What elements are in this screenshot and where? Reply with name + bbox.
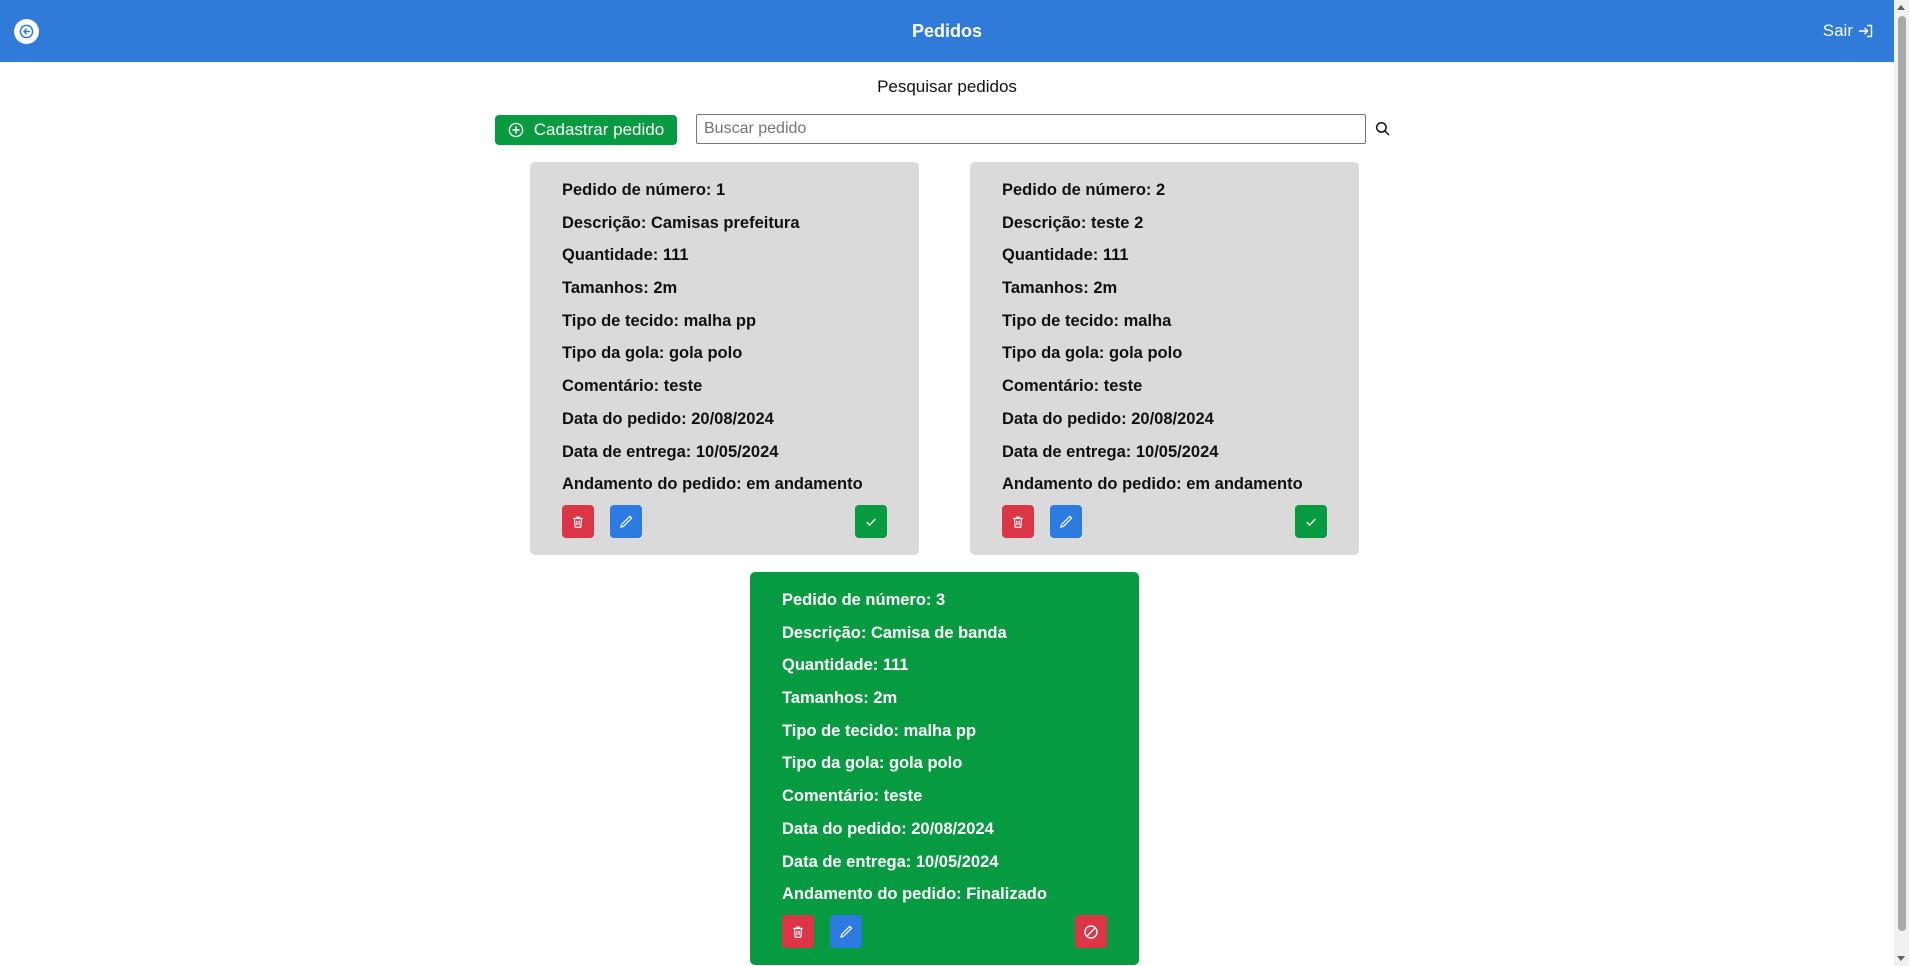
order-description: Descrição: teste 2	[1002, 213, 1144, 232]
slash-circle-icon	[1084, 924, 1098, 939]
order-description: Descrição: Camisa de banda	[782, 623, 1007, 642]
order-number: Pedido de número: 1	[562, 181, 726, 199]
order-collar: Tipo da gola: gola polo	[1002, 344, 1183, 363]
delete-button[interactable]	[562, 505, 594, 538]
order-sizes: Tamanhos: 2m	[782, 689, 898, 708]
finish-order-button[interactable]	[1295, 505, 1327, 538]
pencil-icon	[619, 515, 632, 528]
search-input[interactable]	[696, 114, 1366, 144]
trash-icon	[1013, 516, 1023, 528]
order-fabric: Tipo de tecido: malha pp	[562, 311, 757, 330]
order-quantity: Quantidade: 111	[562, 246, 689, 265]
scroll-up-arrow-icon[interactable]	[1897, 5, 1905, 10]
check-icon	[1306, 518, 1316, 526]
order-comment: Comentário: teste	[1002, 377, 1143, 396]
delete-button[interactable]	[1002, 505, 1034, 538]
card-actions	[782, 915, 1107, 948]
finish-order-button[interactable]	[855, 505, 887, 538]
top-header: Pedidos Sair	[0, 0, 1894, 62]
delete-button[interactable]	[782, 915, 814, 948]
page-title: Pedidos	[911, 21, 982, 41]
order-card: Pedido de número: 2 Descrição: teste 2 Q…	[970, 162, 1359, 555]
order-fabric: Tipo de tecido: malha pp	[782, 721, 977, 740]
delivery-date: Data de entrega: 10/05/2024	[782, 852, 999, 871]
add-order-label: Cadastrar pedido	[533, 120, 665, 139]
order-number: Pedido de número: 3	[782, 591, 946, 609]
scroll-down-arrow-icon[interactable]	[1897, 956, 1905, 961]
delivery-date: Data de entrega: 10/05/2024	[1002, 442, 1219, 461]
order-quantity: Quantidade: 111	[1002, 246, 1129, 265]
order-sizes: Tamanhos: 2m	[562, 279, 678, 298]
pencil-icon	[839, 925, 852, 938]
edit-button[interactable]	[1050, 505, 1082, 538]
logout-label: Sair	[1822, 21, 1853, 40]
search-heading: Pesquisar pedidos	[877, 77, 1017, 96]
add-order-button[interactable]: Cadastrar pedido	[495, 115, 677, 145]
order-status: Andamento do pedido: em andamento	[562, 475, 863, 494]
pencil-icon	[1059, 515, 1072, 528]
order-sizes: Tamanhos: 2m	[1002, 279, 1118, 298]
plus-circle-icon	[508, 122, 524, 138]
scrollbar-thumb[interactable]	[1898, 16, 1906, 931]
order-collar: Tipo da gola: gola polo	[562, 344, 743, 363]
delivery-date: Data de entrega: 10/05/2024	[562, 442, 779, 461]
card-actions	[562, 505, 887, 538]
trash-icon	[573, 516, 583, 528]
logout-button[interactable]: Sair	[1823, 0, 1874, 62]
order-comment: Comentário: teste	[782, 787, 923, 806]
check-icon	[866, 518, 876, 526]
order-date: Data do pedido: 20/08/2024	[562, 409, 774, 428]
search-icon	[1375, 121, 1389, 135]
order-quantity: Quantidade: 111	[782, 656, 909, 675]
vertical-scrollbar[interactable]	[1894, 0, 1909, 966]
order-status: Andamento do pedido: em andamento	[1002, 475, 1303, 494]
card-actions	[1002, 505, 1327, 538]
trash-icon	[793, 926, 803, 938]
reopen-order-button[interactable]	[1075, 915, 1107, 948]
order-comment: Comentário: teste	[562, 377, 703, 396]
order-number: Pedido de número: 2	[1002, 181, 1166, 199]
order-collar: Tipo da gola: gola polo	[782, 754, 963, 773]
order-date: Data do pedido: 20/08/2024	[782, 819, 994, 838]
edit-button[interactable]	[830, 915, 862, 948]
sign-out-icon	[1858, 24, 1873, 38]
order-status: Andamento do pedido: Finalizado	[782, 885, 1047, 904]
order-card: Pedido de número: 3 Descrição: Camisa de…	[750, 572, 1139, 965]
edit-button[interactable]	[610, 505, 642, 538]
search-button[interactable]	[1373, 118, 1391, 138]
order-fabric: Tipo de tecido: malha	[1002, 311, 1172, 330]
order-description: Descrição: Camisas prefeitura	[562, 213, 800, 232]
order-date: Data do pedido: 20/08/2024	[1002, 409, 1214, 428]
order-card: Pedido de número: 1 Descrição: Camisas p…	[530, 162, 919, 555]
